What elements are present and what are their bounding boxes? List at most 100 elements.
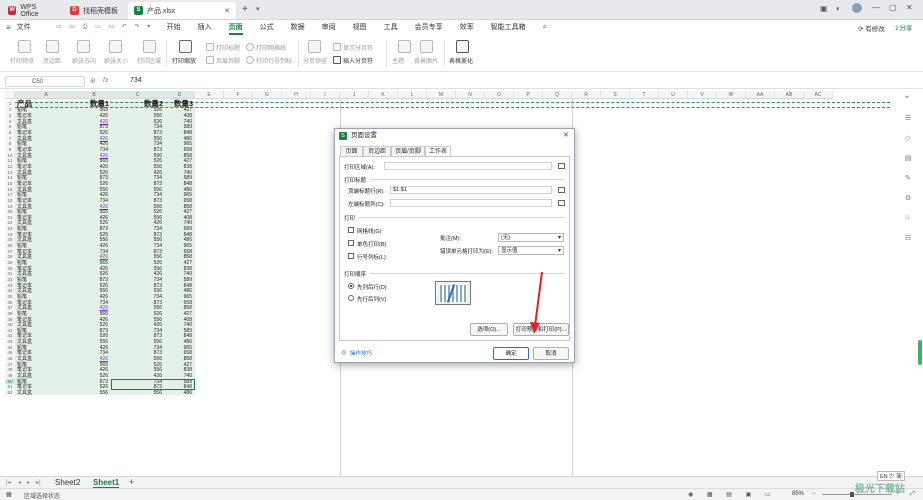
column-header[interactable]: D	[165, 91, 195, 99]
minimize-icon[interactable]: —	[872, 3, 880, 12]
tips-link[interactable]: 操作技巧	[350, 349, 372, 357]
sidebar-icon[interactable]: ⌂	[905, 214, 909, 221]
menu-efficiency[interactable]: 效率	[460, 22, 474, 32]
column-header[interactable]: A	[15, 91, 78, 99]
quick-access-icons[interactable]: ▭ ▭ ⎙ ▭ ▭ ↶ ↷ ▾	[56, 23, 153, 31]
tips-icon[interactable]: ◎	[341, 349, 346, 356]
sidebar-icon[interactable]: ☷	[905, 234, 911, 242]
comments-select[interactable]: (无)	[498, 233, 564, 242]
view-mode-icons[interactable]: ◉ ▦ ▤ ▣ ▭	[688, 491, 777, 498]
menu-member[interactable]: 会员专享	[415, 22, 443, 32]
tab-wps-office[interactable]: W WPS Office	[2, 2, 60, 19]
menu-file[interactable]: 文件	[17, 22, 31, 32]
table-cell[interactable]: 文具盒	[17, 390, 77, 396]
ribbon-paper-size[interactable]: 纸张大小	[104, 56, 128, 65]
over-then-down-radio[interactable]	[348, 295, 354, 301]
column-header[interactable]: V	[688, 91, 717, 99]
print-preview-icon[interactable]	[18, 40, 31, 53]
menu-review[interactable]: 审阅	[322, 22, 336, 32]
mono-checkbox[interactable]	[348, 240, 354, 246]
column-header[interactable]: T	[630, 91, 659, 99]
print-titles-icon[interactable]	[206, 43, 214, 51]
down-then-over-radio[interactable]	[348, 283, 354, 289]
column-header[interactable]: AA	[746, 91, 775, 99]
dialog-tab-header-footer[interactable]: 页眉/页脚	[391, 146, 425, 156]
menu-insert[interactable]: 插入	[198, 22, 212, 32]
dialog-close-icon[interactable]: ✕	[563, 129, 569, 143]
prev-sheet-icon[interactable]: ◂	[18, 479, 21, 486]
column-header[interactable]: M	[427, 91, 456, 99]
ribbon-print-area[interactable]: 打印区域	[137, 56, 161, 65]
background-image-icon[interactable]	[420, 40, 433, 53]
ribbon-print-rowcol[interactable]: 打印行号列标	[256, 56, 292, 65]
ribbon-orientation[interactable]: 纸张方向	[72, 56, 96, 65]
theme-icon[interactable]	[398, 40, 411, 53]
print-area-input[interactable]	[384, 162, 552, 170]
paper-size-icon[interactable]	[109, 40, 122, 53]
sidebar-icon[interactable]: ✎	[905, 174, 911, 182]
ribbon-print-titles[interactable]: 打印标题	[216, 43, 240, 52]
rowcol-radio-icon[interactable]	[246, 56, 254, 64]
sidebar-icon[interactable]: ⌖	[905, 94, 909, 102]
column-header[interactable]: F	[224, 91, 253, 99]
table-cell[interactable]: 486	[165, 390, 192, 396]
gridlines-radio-icon[interactable]	[246, 43, 254, 51]
avatar[interactable]	[852, 3, 862, 13]
print-scale-icon[interactable]	[179, 40, 192, 53]
first-sheet-icon[interactable]: |◂	[6, 479, 11, 486]
ribbon-table-beautify[interactable]: 表格美化	[449, 56, 473, 65]
zoom-level[interactable]: 85%	[792, 491, 804, 497]
menu-data[interactable]: 数据	[291, 22, 305, 32]
tab-template[interactable]: D 找稻壳模板	[64, 2, 126, 19]
rowcol-checkbox[interactable]	[348, 253, 354, 259]
fx-icon[interactable]: fx	[103, 77, 108, 84]
column-header[interactable]: Q	[543, 91, 572, 99]
show-breaks-checkbox[interactable]	[333, 43, 341, 51]
fullscreen-icon[interactable]: ⤢	[910, 491, 915, 498]
ok-button[interactable]: 确定	[493, 347, 529, 360]
dialog-tab-margins[interactable]: 页边距	[363, 146, 391, 156]
edit-status[interactable]: ⟳ 有修改	[858, 23, 885, 33]
table-beautify-icon[interactable]	[456, 40, 469, 53]
gridlines-checkbox[interactable]	[348, 227, 354, 233]
menu-view[interactable]: 视图	[353, 22, 367, 32]
tab-product-xlsx[interactable]: S 产品.xlsx ✕	[128, 2, 236, 19]
last-sheet-icon[interactable]: ▸|	[36, 479, 41, 486]
sidebar-icon[interactable]: ⚙	[905, 194, 911, 202]
column-header[interactable]: J	[340, 91, 369, 99]
sidebar-icon[interactable]: ◇	[905, 134, 910, 142]
orientation-icon[interactable]	[77, 40, 90, 53]
row-header[interactable]: 1	[5, 101, 15, 107]
menu-smart-toolbox[interactable]: 智能工具箱	[491, 22, 526, 32]
cancel-button[interactable]: 取消	[533, 347, 569, 360]
range-picker-icon[interactable]	[558, 187, 565, 193]
ribbon-theme[interactable]: 主题	[392, 56, 404, 65]
menu-start[interactable]: 开始	[167, 22, 181, 32]
table-cell[interactable]: 556	[111, 390, 162, 396]
sheet-tab-sheet2[interactable]: Sheet2	[55, 478, 80, 487]
sidebar-icon[interactable]: ☰	[905, 114, 911, 122]
ribbon-margins[interactable]: 页边距	[43, 56, 61, 65]
hamburger-icon[interactable]: ≡	[6, 23, 11, 32]
close-window-icon[interactable]: ✕	[906, 3, 913, 12]
ribbon-header-footer[interactable]: 页眉页脚	[216, 56, 240, 65]
tab-list-chevron-icon[interactable]: ▾	[256, 5, 260, 13]
errors-select[interactable]: 显示值	[498, 246, 564, 255]
page-break-preview-icon[interactable]	[308, 40, 321, 53]
insert-break-icon[interactable]	[333, 56, 341, 64]
table-cell[interactable]: 556	[78, 390, 108, 396]
search-icon[interactable]: ⌕	[543, 22, 547, 32]
column-header[interactable]: W	[717, 91, 746, 99]
column-header[interactable]: AB	[775, 91, 804, 99]
sidebar-icon[interactable]: ▤	[905, 154, 912, 162]
add-sheet-button[interactable]: +	[129, 477, 134, 487]
column-header[interactable]: P	[514, 91, 543, 99]
new-tab-button[interactable]: +	[242, 4, 248, 15]
dialog-tab-page[interactable]: 页面	[340, 146, 363, 156]
active-cell-range[interactable]	[111, 378, 195, 390]
print-area-icon[interactable]	[143, 40, 156, 53]
column-header[interactable]: U	[659, 91, 688, 99]
ribbon-print-gridlines[interactable]: 打印网格线	[256, 43, 286, 52]
column-header[interactable]: I	[311, 91, 340, 99]
ribbon-print-scale[interactable]: 打印缩放	[172, 56, 196, 65]
